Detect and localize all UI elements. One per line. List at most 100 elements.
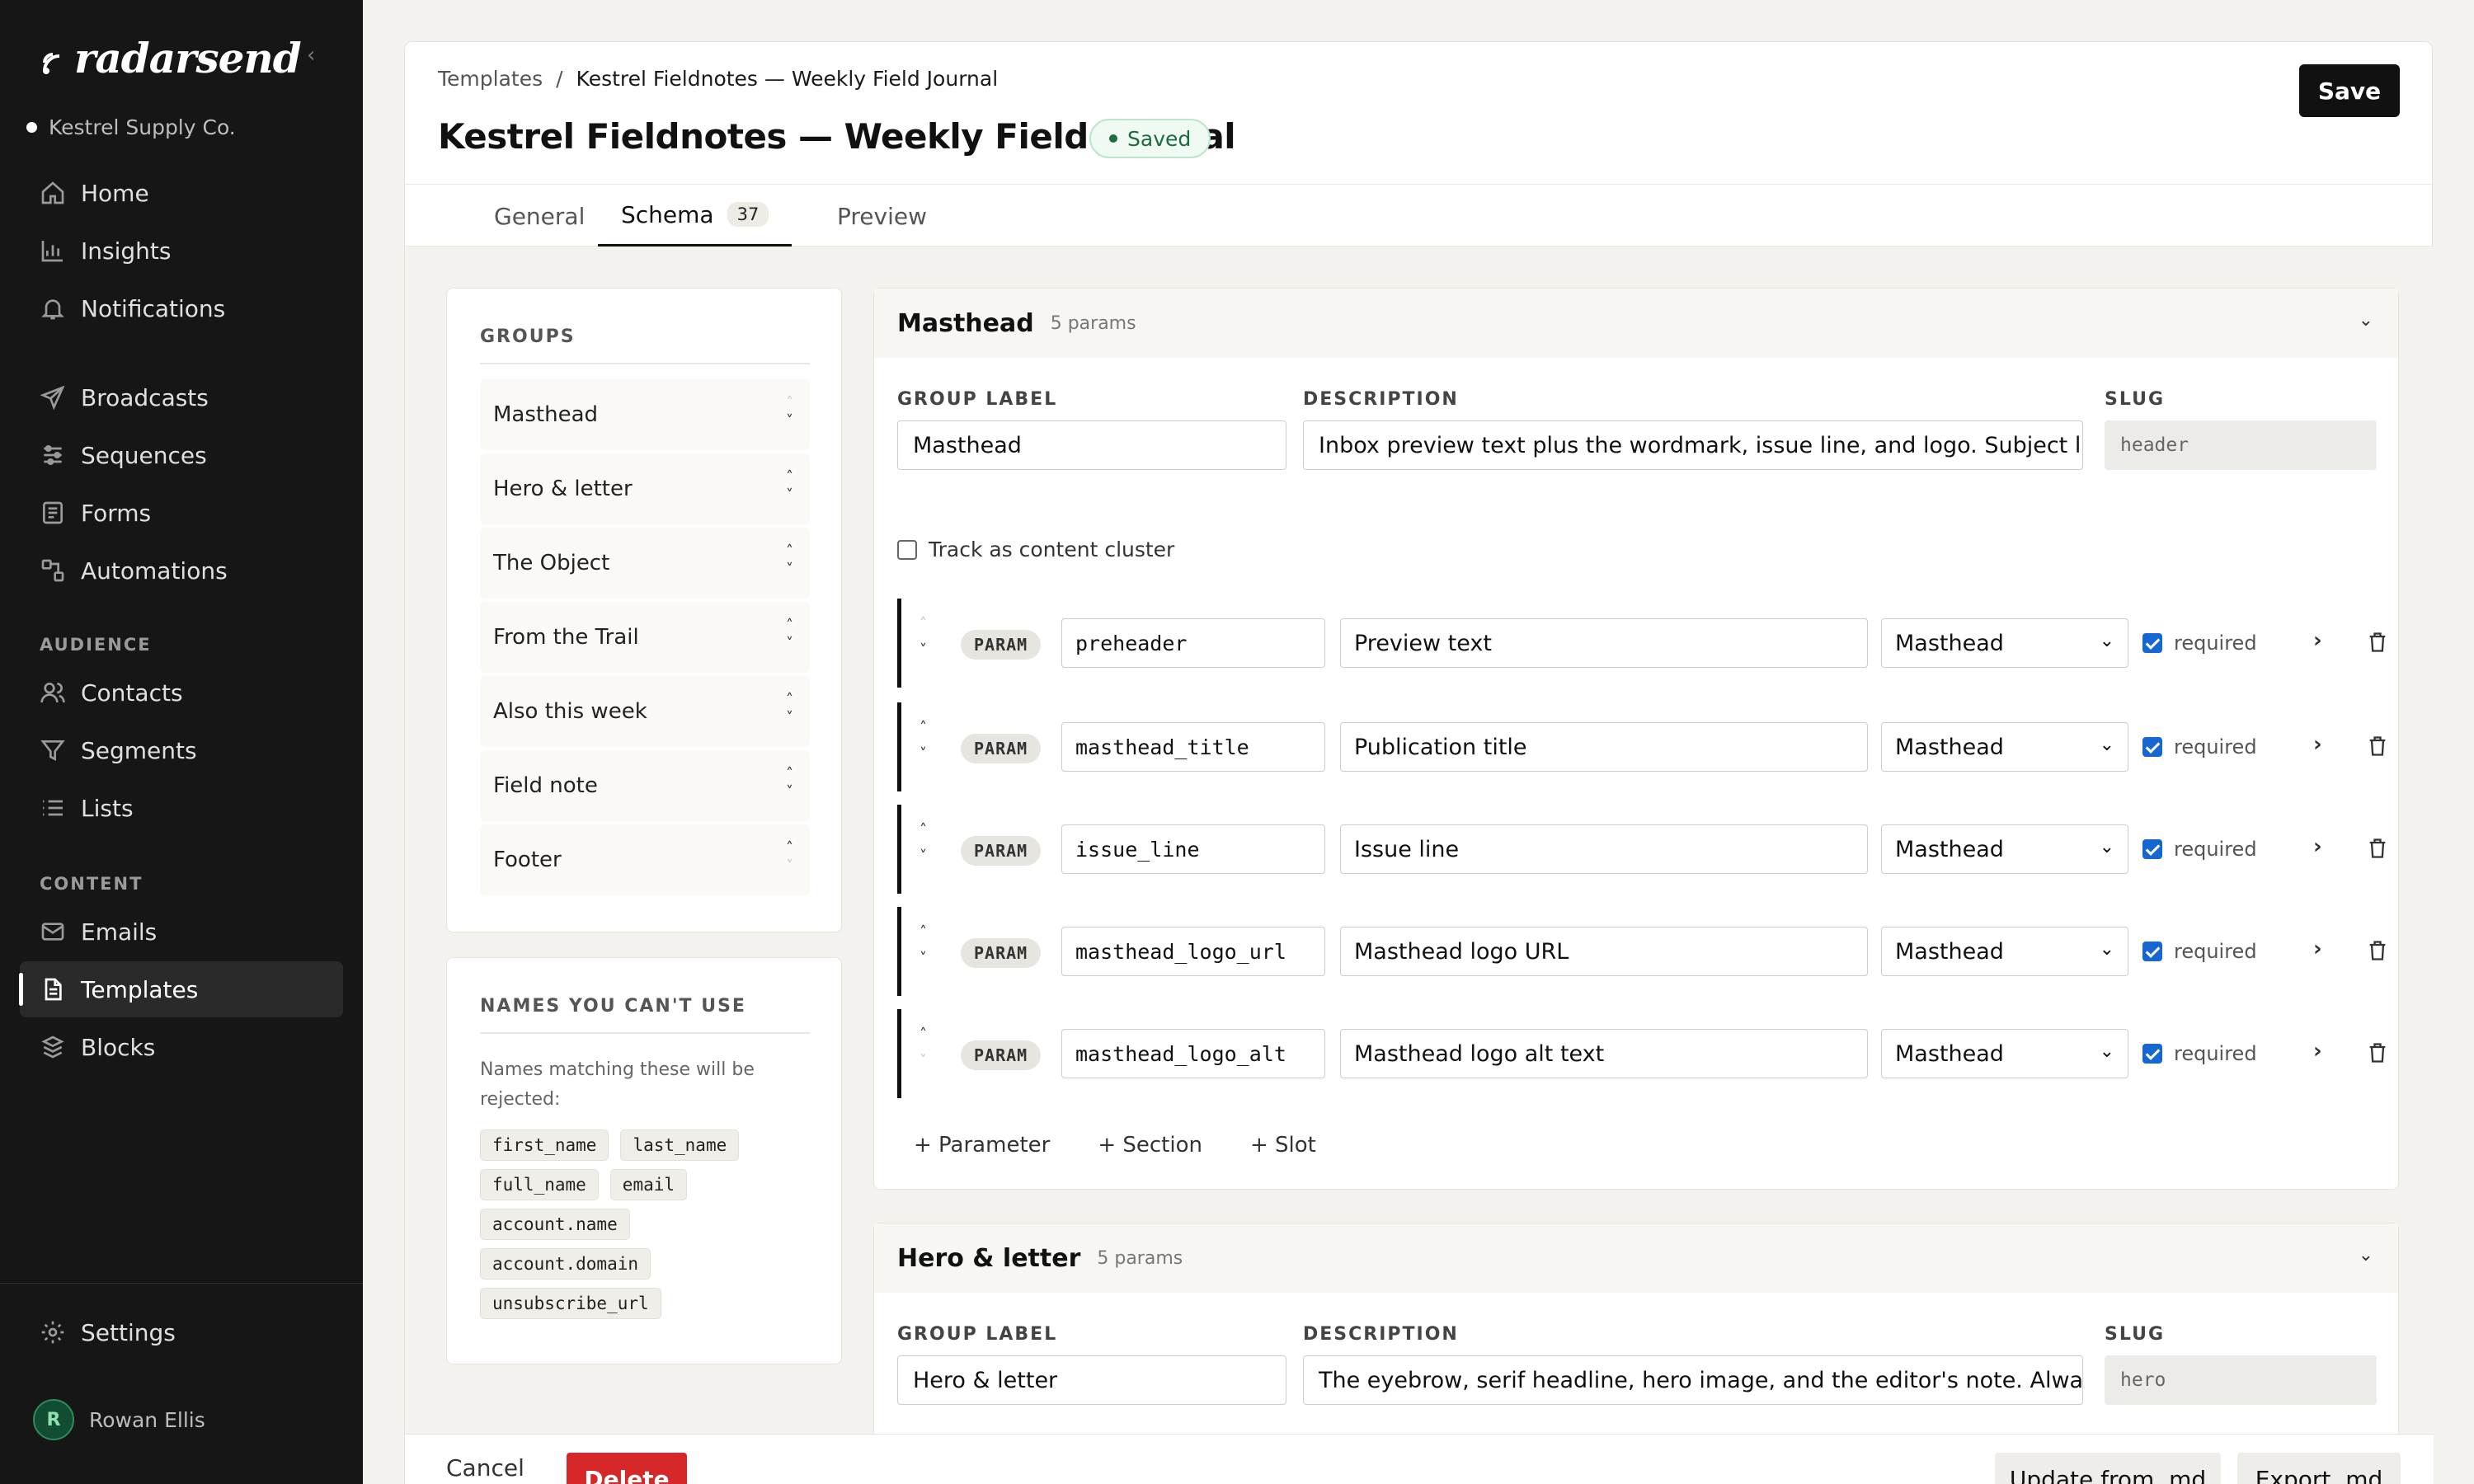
move-up-icon[interactable]: ˄: [920, 721, 927, 735]
tab-preview[interactable]: Preview: [814, 185, 950, 247]
trash-icon[interactable]: [2366, 938, 2389, 963]
track-content-cluster[interactable]: Track as content cluster: [897, 538, 1174, 561]
group-label-input[interactable]: Hero & letter: [897, 1355, 1286, 1405]
nav-settings[interactable]: Settings: [20, 1304, 343, 1360]
nav-templates[interactable]: Templates: [19, 961, 343, 1017]
required-toggle[interactable]: required: [2142, 1042, 2257, 1065]
tab-schema[interactable]: Schema 37: [598, 185, 793, 247]
move-up-icon[interactable]: ˄: [786, 767, 793, 782]
nav-blocks[interactable]: Blocks: [20, 1019, 343, 1075]
required-toggle[interactable]: required: [2142, 735, 2257, 758]
brand-logo[interactable]: radarsend: [40, 31, 302, 84]
move-down-icon[interactable]: ˅: [786, 414, 793, 429]
tab-general[interactable]: General: [471, 185, 608, 247]
trash-icon[interactable]: [2366, 734, 2389, 758]
param-group-select[interactable]: Masthead ⌄: [1881, 722, 2128, 772]
required-toggle[interactable]: required: [2142, 838, 2257, 861]
param-key-input[interactable]: preheader: [1061, 618, 1325, 668]
group-item[interactable]: Field note ˄ ˅: [480, 750, 810, 821]
nav-insights[interactable]: Insights: [20, 223, 343, 279]
nav-contacts[interactable]: Contacts: [20, 665, 343, 721]
chevron-down-icon[interactable]: ⌄: [2359, 1245, 2373, 1266]
param-group-select[interactable]: Masthead ⌄: [1881, 1029, 2128, 1078]
move-down-icon[interactable]: ˅: [920, 849, 927, 864]
required-toggle[interactable]: required: [2142, 632, 2257, 655]
move-down-icon[interactable]: ˅: [786, 711, 793, 726]
group-item[interactable]: Masthead ˄ ˅: [480, 379, 810, 450]
param-key-input[interactable]: masthead_title: [1061, 722, 1325, 772]
move-up-icon[interactable]: ˄: [786, 693, 793, 707]
collapse-sidebar-icon[interactable]: ‹: [307, 43, 315, 68]
param-key-input[interactable]: masthead_logo_alt: [1061, 1029, 1325, 1078]
group-card-header[interactable]: Hero & letter 5 params ⌄: [874, 1223, 2398, 1293]
required-checkbox[interactable]: [2142, 633, 2162, 653]
chevron-right-icon[interactable]: ›: [2313, 732, 2322, 757]
delete-button[interactable]: Delete: [567, 1453, 687, 1484]
user-menu[interactable]: R Rowan Ellis: [33, 1399, 205, 1440]
param-group-select[interactable]: Masthead ⌄: [1881, 927, 2128, 976]
move-up-icon[interactable]: ˄: [920, 925, 927, 940]
cancel-button[interactable]: Cancel: [446, 1454, 524, 1482]
trash-icon[interactable]: [2366, 836, 2389, 861]
param-group-select[interactable]: Masthead ⌄: [1881, 618, 2128, 668]
move-down-icon[interactable]: ˅: [786, 488, 793, 503]
chevron-right-icon[interactable]: ›: [2313, 834, 2322, 859]
nav-automations[interactable]: Automations: [20, 542, 343, 599]
chevron-down-icon[interactable]: ⌄: [2359, 310, 2373, 331]
nav-home[interactable]: Home: [20, 165, 343, 221]
move-down-icon[interactable]: ˅: [920, 747, 927, 762]
add-parameter-button[interactable]: + Parameter: [914, 1133, 1050, 1158]
group-item[interactable]: Hero & letter ˄ ˅: [480, 453, 810, 524]
trash-icon[interactable]: [2366, 1040, 2389, 1065]
move-down-icon[interactable]: ˅: [786, 785, 793, 800]
move-down-icon[interactable]: ˅: [786, 636, 793, 651]
move-up-icon[interactable]: ˄: [920, 823, 927, 838]
group-label-input[interactable]: Masthead: [897, 420, 1286, 470]
group-description-input[interactable]: Inbox preview text plus the wordmark, is…: [1303, 420, 2083, 470]
move-up-icon[interactable]: ˄: [920, 1027, 927, 1042]
export-md-button[interactable]: Export .md: [2237, 1453, 2401, 1484]
chevron-right-icon[interactable]: ›: [2313, 628, 2322, 653]
add-section-button[interactable]: + Section: [1098, 1133, 1202, 1158]
group-item[interactable]: Footer ˄ ˅: [480, 824, 810, 895]
move-up-icon[interactable]: ˄: [786, 470, 793, 485]
param-label-input[interactable]: Masthead logo alt text: [1340, 1029, 1868, 1078]
add-slot-button[interactable]: + Slot: [1250, 1133, 1316, 1158]
track-checkbox[interactable]: [897, 539, 917, 560]
nav-segments[interactable]: Segments: [20, 722, 343, 778]
required-checkbox[interactable]: [2142, 737, 2162, 757]
group-description-input[interactable]: The eyebrow, serif headline, hero image,…: [1303, 1355, 2083, 1405]
nav-lists[interactable]: Lists: [20, 780, 343, 836]
param-label-input[interactable]: Issue line: [1340, 824, 1868, 874]
move-up-icon[interactable]: ˄: [786, 841, 793, 856]
param-group-select[interactable]: Masthead ⌄: [1881, 824, 2128, 874]
update-from-md-button[interactable]: Update from .md: [1995, 1453, 2221, 1484]
param-key-input[interactable]: issue_line: [1061, 824, 1325, 874]
breadcrumb-parent[interactable]: Templates: [438, 67, 543, 91]
save-button[interactable]: Save: [2299, 64, 2400, 117]
required-checkbox[interactable]: [2142, 1044, 2162, 1064]
nav-broadcasts[interactable]: Broadcasts: [20, 369, 343, 425]
group-card-header[interactable]: Masthead 5 params ⌄: [874, 289, 2398, 358]
group-item[interactable]: The Object ˄ ˅: [480, 528, 810, 599]
move-up-icon[interactable]: ˄: [786, 618, 793, 633]
move-down-icon[interactable]: ˅: [920, 643, 927, 658]
move-down-icon[interactable]: ˅: [920, 951, 927, 966]
required-toggle[interactable]: required: [2142, 940, 2257, 963]
param-label-input[interactable]: Preview text: [1340, 618, 1868, 668]
group-item[interactable]: Also this week ˄ ˅: [480, 676, 810, 747]
nav-notifications[interactable]: Notifications: [20, 280, 343, 336]
param-key-input[interactable]: masthead_logo_url: [1061, 927, 1325, 976]
nav-emails[interactable]: Emails: [20, 904, 343, 960]
required-checkbox[interactable]: [2142, 942, 2162, 961]
param-label-input[interactable]: Masthead logo URL: [1340, 927, 1868, 976]
nav-forms[interactable]: Forms: [20, 485, 343, 541]
param-label-input[interactable]: Publication title: [1340, 722, 1868, 772]
move-up-icon[interactable]: ˄: [786, 544, 793, 559]
chevron-right-icon[interactable]: ›: [2313, 937, 2322, 961]
required-checkbox[interactable]: [2142, 839, 2162, 859]
trash-icon[interactable]: [2366, 630, 2389, 655]
group-item[interactable]: From the Trail ˄ ˅: [480, 602, 810, 673]
chevron-right-icon[interactable]: ›: [2313, 1039, 2322, 1064]
move-down-icon[interactable]: ˅: [786, 562, 793, 577]
